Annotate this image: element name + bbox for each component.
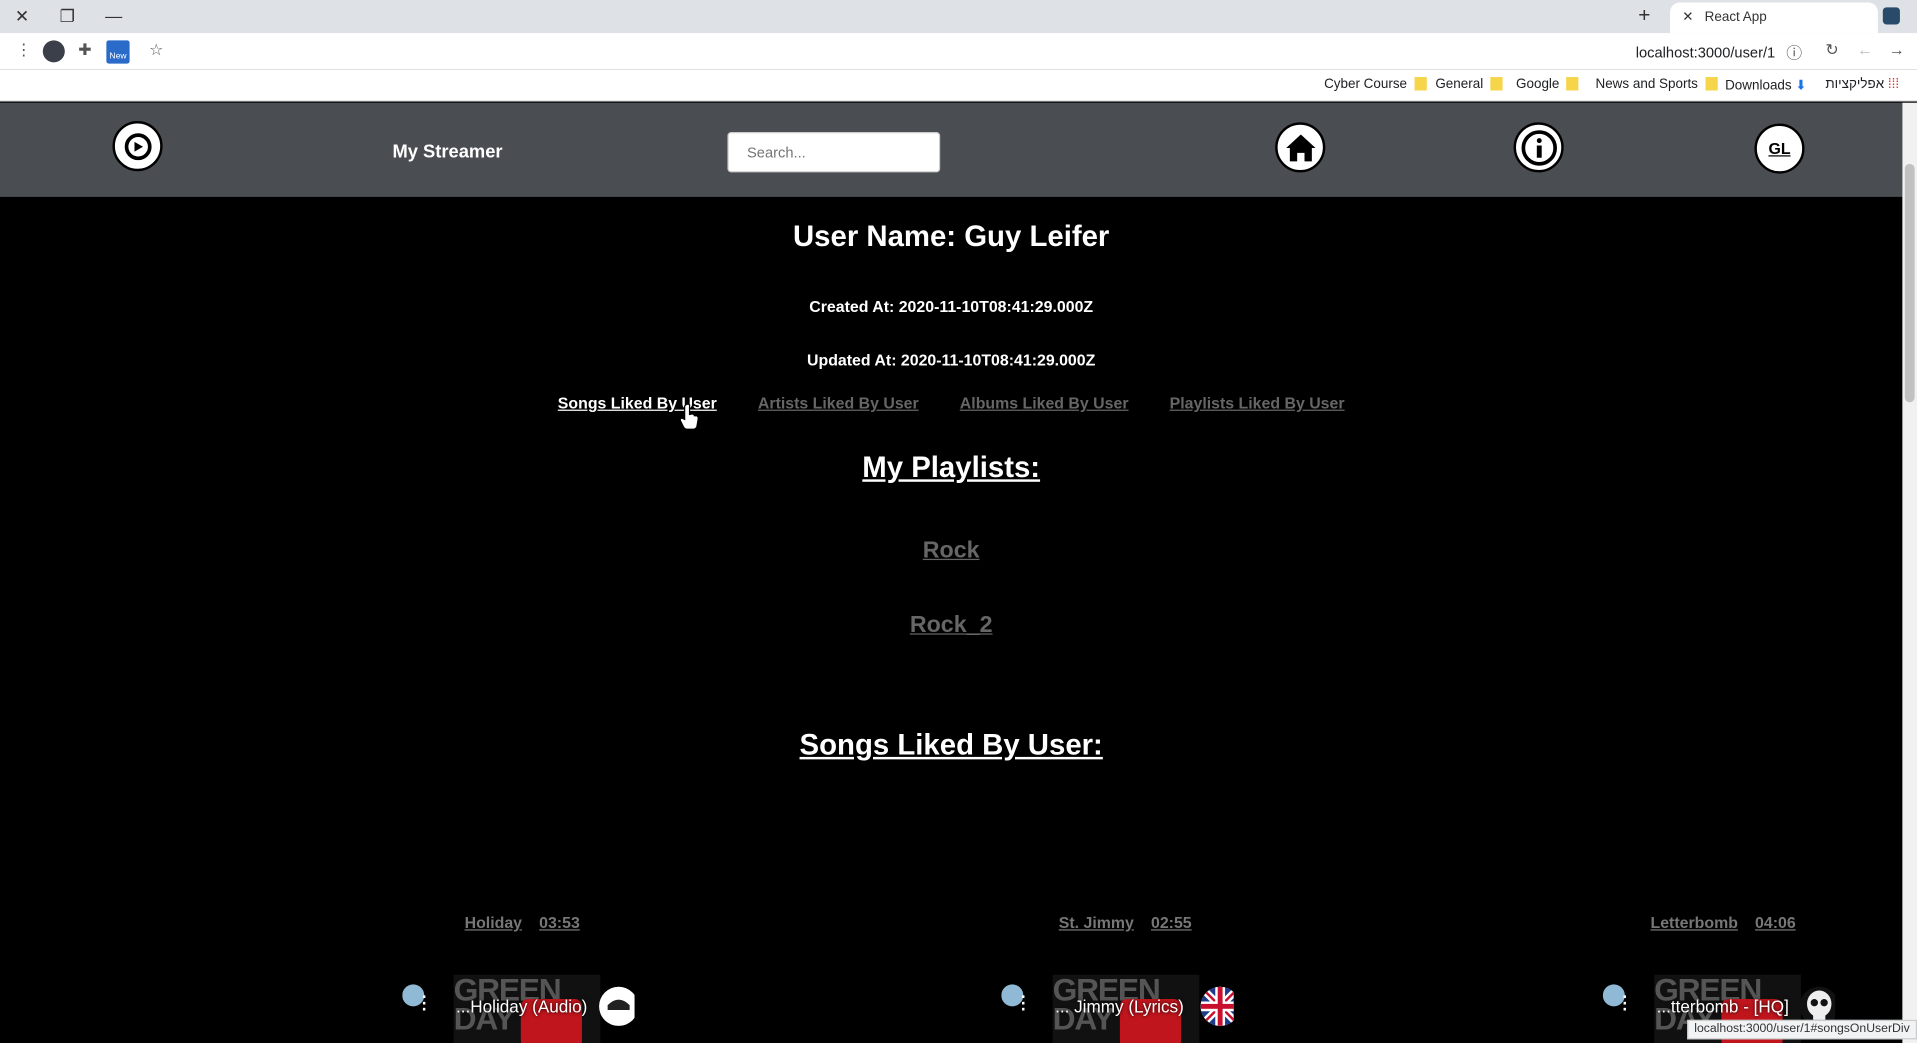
app-header [0,102,1903,197]
bookmark-news-and-sports[interactable]: News and Sports [1595,77,1718,92]
search-input[interactable] [727,132,941,173]
video-menu-icon[interactable]: · · · [422,988,428,1017]
tab-artists-liked[interactable]: Artists Liked By User [758,394,919,412]
created-at: Created At: 2020-11-10T08:41:29.000Z [809,297,1094,316]
video-menu-icon[interactable]: · · · [1622,988,1628,1017]
browser-tab-bar: ✕ ❐ — + ✕ React App [0,0,1917,34]
video-embed[interactable]: GREEN DAY · · · ... Jimmy (Lyrics) [1001,974,1234,1043]
bookmark-downloads[interactable]: Downloads ⬇ [1725,77,1807,93]
tab-title: React App [1704,9,1767,25]
url-field[interactable]: localhost:3000/user/1 [1636,44,1775,61]
tab-playlists-liked[interactable]: Playlists Liked By User [1170,394,1345,412]
user-avatar[interactable]: GL [1754,123,1805,174]
folder-icon [1490,77,1503,91]
song-item[interactable]: Holiday 03:53 [465,913,597,931]
forward-icon[interactable]: → [1889,40,1905,58]
channel-logo-icon[interactable] [599,986,635,1026]
playlist-link[interactable]: Rock_2 [910,613,993,639]
song-item[interactable]: Letterbomb 04:06 [1651,913,1813,931]
profile-avatar[interactable] [42,40,65,63]
bookmark-general[interactable]: General [1435,77,1503,92]
site-info-icon[interactable]: ⓘ [1786,40,1802,63]
video-title[interactable]: ... Jimmy (Lyrics) [1055,997,1184,1017]
reload-icon[interactable]: ↻ [1825,40,1838,60]
folder-icon [1705,77,1718,91]
bookmark-google[interactable]: Google [1516,77,1579,92]
updated-at: Updated At: 2020-11-10T08:41:29.000Z [807,350,1096,370]
user-tabs: Songs Liked By User Artists Liked By Use… [0,394,1902,412]
status-bar-url: localhost:3000/user/1#songsOnUserDiv [1686,1019,1917,1040]
close-window-icon[interactable]: ✕ [10,4,34,28]
download-icon: ⬇ [1795,78,1807,93]
song-name[interactable]: Letterbomb [1651,913,1738,931]
tab-albums-liked[interactable]: Albums Liked By User [960,394,1129,412]
kebab-menu-icon[interactable]: ⋮ [16,40,32,60]
scrollbar-thumb[interactable] [1904,163,1915,403]
info-icon[interactable] [1513,122,1564,173]
video-title[interactable]: ...tterbomb - [HQ] [1657,997,1789,1017]
folder-icon [1566,77,1579,91]
minimize-window-icon[interactable]: — [101,4,125,28]
video-menu-icon[interactable]: · · · [1021,988,1027,1017]
song-name[interactable]: Holiday [465,913,522,931]
uk-flag-icon[interactable] [1200,986,1234,1026]
user-name: User Name: Guy Leifer [792,220,1110,254]
video-embed[interactable]: GREEN DAY · · · ...Holiday (Audio) [402,974,635,1043]
songs-heading: Songs Liked By User: [799,728,1103,762]
brand-title[interactable]: My Streamer [392,142,502,163]
playlist-link[interactable]: Rock [923,538,980,564]
bookmark-star-icon[interactable]: ☆ [149,40,163,60]
apps-grid-icon: ⁞⁞⁞ [1887,77,1900,92]
play-logo-icon[interactable] [112,121,163,172]
song-name[interactable]: St. Jimmy [1059,913,1134,931]
bookmark-apps[interactable]: אפליקציות ⁞⁞⁞ [1825,77,1899,92]
close-tab-icon[interactable]: ✕ [1682,10,1693,25]
song-duration[interactable]: 03:53 [539,913,580,931]
home-icon[interactable] [1275,122,1326,173]
hand-cursor-icon [679,403,700,437]
page-scrollbar[interactable] [1902,102,1917,1043]
bookmarks-bar: Cyber Course General Google News and Spo… [0,69,1917,102]
song-duration[interactable]: 04:06 [1755,913,1796,931]
extensions-icon[interactable]: ✚ [78,40,91,60]
extension-icon[interactable] [1882,7,1900,25]
video-title[interactable]: ...Holiday (Audio) [456,997,587,1017]
folder-icon [1414,77,1427,91]
song-item[interactable]: St. Jimmy 02:55 [1059,913,1209,931]
new-tab-icon[interactable]: + [1638,4,1650,28]
browser-tab[interactable]: ✕ React App [1670,2,1878,34]
playlists-heading: My Playlists: [862,451,1041,485]
song-duration[interactable]: 02:55 [1151,913,1192,931]
restore-window-icon[interactable]: ❐ [55,4,79,28]
new-badge[interactable]: New [106,40,130,64]
bookmark-cyber-course[interactable]: Cyber Course [1324,77,1427,92]
back-icon[interactable]: ← [1857,40,1873,58]
address-bar: ⋮ ✚ ☆ ⓘ ↻ ← → [0,33,1917,70]
